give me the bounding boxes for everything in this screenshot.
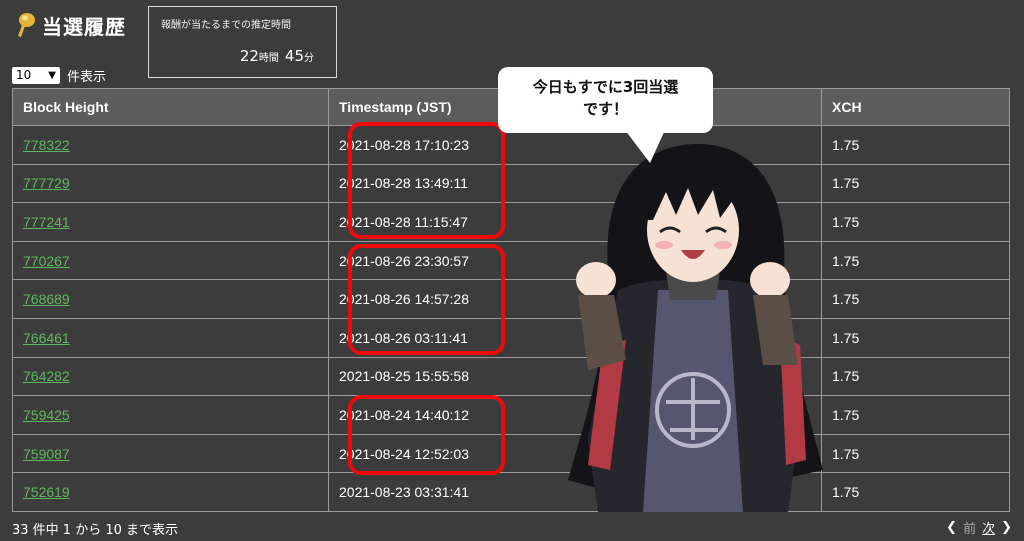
character-illustration [568, 143, 823, 512]
block-height-cell: 759425 [12, 395, 329, 435]
chevron-left-icon[interactable]: ❮ [946, 520, 957, 535]
speech-bubble-line2: です！ [582, 100, 628, 118]
block-height-cell: 778322 [12, 125, 329, 165]
xch-cell: 1.75 [821, 472, 1010, 512]
estimate-minutes-unit: 分 [304, 53, 314, 64]
xch-cell: 1.75 [821, 163, 1010, 204]
highlight-box-aug-28 [348, 122, 505, 239]
column-header-block-height[interactable]: Block Height [12, 88, 329, 126]
xch-cell: 1.75 [821, 317, 1010, 358]
xch-cell: 1.75 [821, 279, 1010, 319]
xch-cell: 1.75 [821, 240, 1010, 281]
table-row: 759425 2021-08-24 14:40:12 1.75 [12, 395, 1010, 435]
prev-page-button[interactable]: 前 [963, 518, 976, 537]
page-size-select[interactable]: 10 ▼ [12, 67, 60, 84]
pagination: ❮ 前 次 ❯ [946, 518, 1012, 537]
block-height-link[interactable]: 778322 [23, 137, 70, 153]
block-height-cell: 759087 [12, 433, 329, 474]
table-row: 777241 2021-08-28 11:15:47 1.75 [12, 202, 1010, 242]
table-row: 752619 2021-08-23 03:31:41 1.75 [12, 472, 1010, 512]
win-history-table: Block Height Timestamp (JST) XCH 778322 … [12, 88, 1010, 512]
table-row: 764282 2021-08-25 15:55:58 1.75 [12, 356, 1010, 397]
xch-cell: 1.75 [821, 433, 1010, 474]
block-height-link[interactable]: 770267 [23, 253, 70, 269]
block-height-cell: 770267 [12, 240, 329, 281]
block-height-cell: 752619 [12, 472, 329, 512]
estimate-label: 報酬が当たるまでの推定時間 [161, 20, 291, 31]
block-height-link[interactable]: 759425 [23, 407, 70, 423]
xch-cell: 1.75 [821, 356, 1010, 397]
block-height-link[interactable]: 752619 [23, 484, 70, 500]
pagination-info: 33 件中 1 から 10 まで表示 [12, 523, 179, 538]
block-height-link[interactable]: 764282 [23, 368, 70, 384]
table-row: 759087 2021-08-24 12:52:03 1.75 [12, 433, 1010, 474]
chevron-right-icon[interactable]: ❯ [1001, 520, 1012, 535]
block-height-link[interactable]: 766461 [23, 330, 70, 346]
page-size-control: 10 ▼ 件表示 [12, 66, 106, 85]
trophy-icon [18, 13, 35, 37]
block-height-link[interactable]: 759087 [23, 446, 70, 462]
estimate-box: 報酬が当たるまでの推定時間 22時間 45分 [148, 6, 337, 78]
table-row: 766461 2021-08-26 03:11:41 1.75 [12, 317, 1010, 358]
page-size-value: 10 [16, 68, 32, 82]
block-height-cell: 777729 [12, 163, 329, 204]
xch-cell: 1.75 [821, 202, 1010, 242]
block-height-cell: 764282 [12, 356, 329, 397]
block-height-link[interactable]: 777241 [23, 214, 70, 230]
page-title: 当選履歴 [42, 14, 126, 39]
block-height-link[interactable]: 777729 [23, 175, 70, 191]
table-row: 770267 2021-08-26 23:30:57 1.75 [12, 240, 1010, 281]
page-size-suffix: 件表示 [67, 70, 107, 85]
estimate-hours: 22 [239, 47, 259, 65]
estimate-time: 22時間 45分 [240, 47, 320, 65]
next-page-button[interactable]: 次 [982, 518, 995, 537]
xch-cell: 1.75 [821, 395, 1010, 435]
table-row: 768689 2021-08-26 14:57:28 1.75 [12, 279, 1010, 319]
column-header-xch[interactable]: XCH [821, 88, 1010, 126]
highlight-box-aug-24 [348, 395, 505, 475]
estimate-minutes: 45 [284, 47, 304, 65]
highlight-box-aug-26 [348, 244, 505, 355]
page-title-group: 当選履歴 [14, 8, 126, 42]
speech-bubble: 今日もすでに3回当選 です！ [498, 67, 713, 133]
speech-bubble-line1: 今日もすでに3回当選 [532, 78, 679, 96]
estimate-hours-unit: 時間 [258, 53, 279, 64]
block-height-cell: 768689 [12, 279, 329, 319]
block-height-cell: 777241 [12, 202, 329, 242]
table-row: 777729 2021-08-28 13:49:11 1.75 [12, 163, 1010, 204]
block-height-cell: 766461 [12, 317, 329, 358]
block-height-link[interactable]: 768689 [23, 291, 70, 307]
chevron-down-icon: ▼ [48, 70, 56, 81]
xch-cell: 1.75 [821, 125, 1010, 165]
